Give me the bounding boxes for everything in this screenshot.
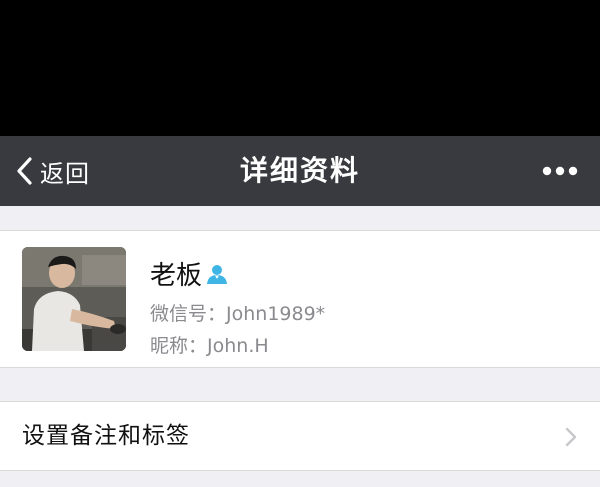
wechat-id-label: 微信号： bbox=[150, 303, 227, 325]
section-spacer bbox=[0, 368, 600, 401]
chevron-right-icon bbox=[565, 427, 577, 447]
page-title: 详细资料 bbox=[239, 154, 360, 187]
profile-detail-screen: 返回 详细资料 老板 微信号：John1989* 昵称：John.H 设置备注和… bbox=[0, 0, 600, 487]
section-spacer bbox=[0, 206, 600, 230]
nickname-line: 昵称：John.H bbox=[150, 331, 269, 358]
more-button[interactable] bbox=[540, 136, 580, 206]
person-icon bbox=[207, 264, 228, 284]
avatar[interactable] bbox=[22, 247, 126, 351]
nickname-value: John.H bbox=[207, 335, 269, 357]
avatar-photo bbox=[22, 247, 126, 351]
set-remark-and-tags-row[interactable]: 设置备注和标签 bbox=[0, 401, 600, 471]
profile-card: 老板 微信号：John1989* 昵称：John.H bbox=[0, 230, 600, 368]
name-row: 老板 bbox=[150, 255, 228, 292]
wechat-id-value: John1989* bbox=[226, 303, 326, 325]
navigation-bar: 返回 详细资料 bbox=[0, 136, 600, 206]
set-remark-and-tags-label: 设置备注和标签 bbox=[22, 423, 190, 449]
more-dots-icon bbox=[542, 166, 578, 176]
wechat-id-line: 微信号：John1989* bbox=[150, 299, 325, 326]
contact-name: 老板 bbox=[150, 261, 203, 291]
status-bar-area bbox=[0, 0, 600, 136]
nickname-label: 昵称： bbox=[150, 335, 208, 357]
